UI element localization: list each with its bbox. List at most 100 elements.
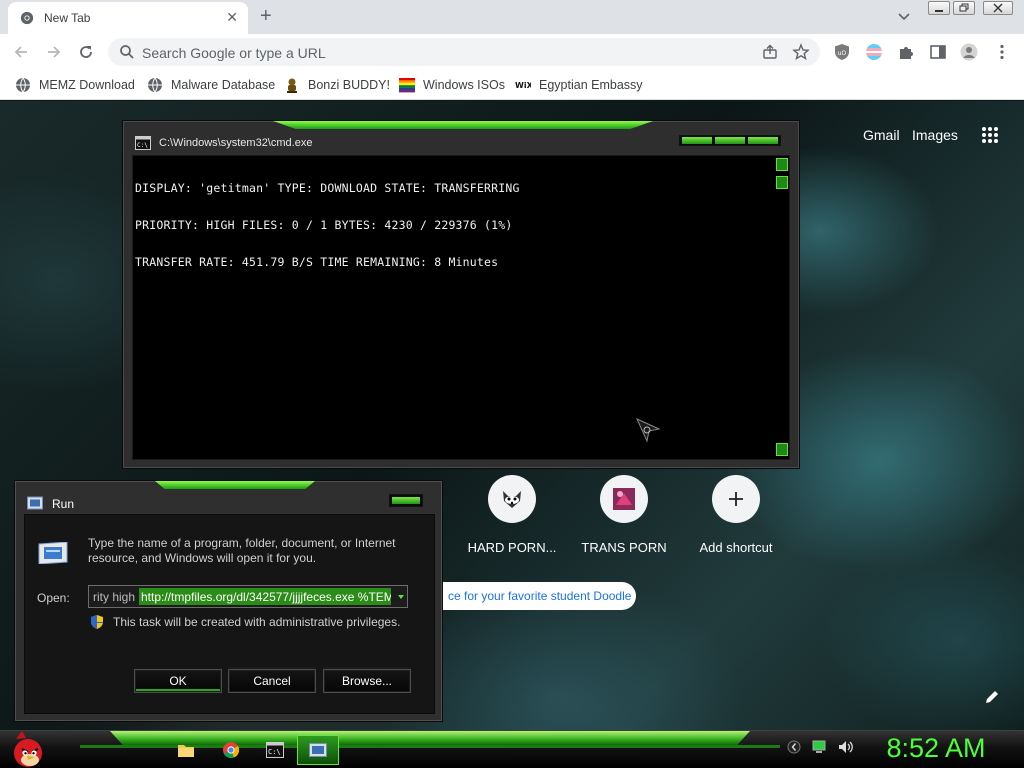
system-tray <box>787 738 855 756</box>
console-output[interactable]: DISPLAY: 'getitman' TYPE: DOWNLOAD STATE… <box>132 155 790 460</box>
pencil-icon[interactable] <box>984 689 1000 705</box>
apps-grid-icon[interactable] <box>981 126 999 144</box>
shortcut-label: Add shortcut <box>699 540 773 555</box>
bookmark-memz-download[interactable]: MEMZ Download <box>15 76 135 94</box>
run-program-icon <box>38 542 68 564</box>
omnibox[interactable]: Search Google or type a URL <box>108 38 820 66</box>
gmail-link[interactable]: Gmail <box>863 127 900 143</box>
minimize-button[interactable] <box>682 137 712 144</box>
admin-privileges-note: This task will be created with administr… <box>113 615 401 629</box>
taskbar-cmd[interactable]: C:\ <box>254 735 296 765</box>
folder-icon <box>178 745 194 757</box>
rainbow-flag-icon <box>399 78 415 93</box>
pink-image-icon <box>613 488 635 510</box>
console-line: TRANSFER RATE: 451.79 B/S TIME REMAINING… <box>135 254 499 269</box>
doodle-share-pill[interactable]: ce for your favorite student Doodle <box>440 582 636 610</box>
extensions-puzzle-icon[interactable] <box>897 43 915 61</box>
bookmark-label: Windows ISOs <box>423 78 505 92</box>
bookmark-malware-database[interactable]: Malware Database <box>147 76 275 94</box>
scroll-thumb[interactable] <box>776 176 788 189</box>
run-dialog[interactable]: Run Type the name of a program, folder, … <box>14 480 443 722</box>
network-icon[interactable] <box>811 739 827 755</box>
close-button[interactable] <box>748 137 778 144</box>
browse-button[interactable]: Browse... <box>323 669 411 693</box>
back-arrow-icon[interactable] <box>12 43 30 61</box>
combobox-dropdown-button[interactable] <box>393 586 407 607</box>
bookmark-star-icon[interactable] <box>792 43 810 61</box>
shortcut-icon-circle <box>712 475 760 523</box>
new-tab-button[interactable]: + <box>260 5 272 27</box>
chevron-down-icon[interactable] <box>896 8 912 24</box>
volume-icon[interactable] <box>837 739 855 755</box>
cmd-title: C:\Windows\system32\cmd.exe <box>159 137 313 149</box>
restore-button[interactable] <box>953 1 975 15</box>
tray-arrow-icon[interactable] <box>787 738 801 756</box>
open-input-selected-text[interactable]: http://tmpfiles.org/dl/342577/jjjjfeces.… <box>139 588 391 605</box>
globe-icon <box>148 77 162 93</box>
taskbar-clock[interactable]: 8:52 AM <box>868 733 1004 764</box>
plus-icon <box>729 492 743 506</box>
profile-avatar-icon[interactable] <box>960 43 978 61</box>
forward-arrow-icon[interactable] <box>45 43 63 61</box>
taskbar-run[interactable] <box>297 735 339 765</box>
wix-icon: WiX <box>515 81 531 90</box>
maximize-button[interactable] <box>715 137 745 144</box>
svg-text:C:\: C:\ <box>137 142 148 149</box>
tab-strip: New Tab ✕ + <box>0 0 1024 34</box>
bookmark-windows-isos[interactable]: Windows ISOs <box>399 76 505 94</box>
bonzi-icon <box>287 78 297 93</box>
bookmark-label: Malware Database <box>171 78 276 92</box>
cmd-window[interactable]: C:\ C:\Windows\system32\cmd.exe DISPLAY:… <box>122 120 800 469</box>
cmd-titlebar[interactable]: C:\ C:\Windows\system32\cmd.exe <box>123 131 799 155</box>
start-angry-bird-icon[interactable] <box>8 729 48 768</box>
scroll-up-button[interactable] <box>776 158 788 171</box>
cmd-scrollbar[interactable] <box>775 157 789 459</box>
side-panel-icon[interactable] <box>929 43 947 61</box>
taskbar-explorer[interactable] <box>165 735 207 765</box>
close-window-button[interactable] <box>983 1 1013 15</box>
console-line: DISPLAY: 'getitman' TYPE: DOWNLOAD STATE… <box>135 181 520 196</box>
trans-flag-extension-icon[interactable] <box>865 43 883 61</box>
shortcut-icon-circle <box>600 475 648 523</box>
omnibox-placeholder: Search Google or type a URL <box>142 45 326 61</box>
uac-shield-icon <box>91 615 103 629</box>
images-link[interactable]: Images <box>912 127 958 143</box>
run-close-button[interactable] <box>389 494 423 507</box>
console-line: PRIORITY: HIGH FILES: 0 / 1 BYTES: 4230 … <box>135 218 513 233</box>
minimize-icon <box>935 10 943 12</box>
tab-new-tab[interactable]: New Tab ✕ <box>8 2 248 34</box>
globe-icon <box>16 77 30 93</box>
open-combobox[interactable]: rity high http://tmpfiles.org/dl/342577/… <box>88 585 408 608</box>
shortcut-trans-porn[interactable]: TRANS PORN <box>568 475 680 565</box>
window-glow <box>273 121 653 129</box>
cancel-button[interactable]: Cancel <box>228 669 316 693</box>
bookmark-label: Egyptian Embassy <box>539 78 643 92</box>
reload-icon[interactable] <box>77 43 95 61</box>
shortcut-icon-circle <box>488 475 536 523</box>
shortcut-add[interactable]: Add shortcut <box>680 475 792 565</box>
cmd-caption-buttons[interactable] <box>679 135 781 146</box>
taskbar-chrome[interactable] <box>210 735 252 765</box>
browser-toolbar: Search Google or type a URL uO <box>0 34 1024 70</box>
shortcut-label: HARD PORN... <box>467 540 557 555</box>
raccoon-icon <box>503 491 521 508</box>
minimize-button[interactable] <box>928 1 950 15</box>
bookmark-egyptian-embassy[interactable]: WiX Egyptian Embassy <box>515 76 643 94</box>
share-icon[interactable] <box>762 44 778 60</box>
more-menu-icon[interactable] <box>993 43 1011 61</box>
cmd-icon: C:\ <box>135 136 151 150</box>
taskbar: C:\ 8:52 AM <box>0 730 1024 768</box>
mouse-pointer-icon <box>635 417 661 443</box>
shortcut-hard-porn[interactable]: HARD PORN... <box>456 475 568 565</box>
bookmarks-bar: MEMZ Download Malware Database Bonzi BUD… <box>0 70 1024 100</box>
run-title: Run <box>52 497 75 511</box>
ublock-icon[interactable]: uO <box>833 43 851 61</box>
ok-button[interactable]: OK <box>134 669 222 693</box>
tab-close-button[interactable]: ✕ <box>226 9 238 26</box>
tab-title: New Tab <box>44 11 91 25</box>
close-icon <box>993 3 1003 13</box>
bookmark-bonzi-buddy[interactable]: Bonzi BUDDY! <box>284 76 390 94</box>
scroll-down-button[interactable] <box>776 443 788 456</box>
search-icon <box>120 45 134 59</box>
bookmark-label: Bonzi BUDDY! <box>308 78 390 92</box>
